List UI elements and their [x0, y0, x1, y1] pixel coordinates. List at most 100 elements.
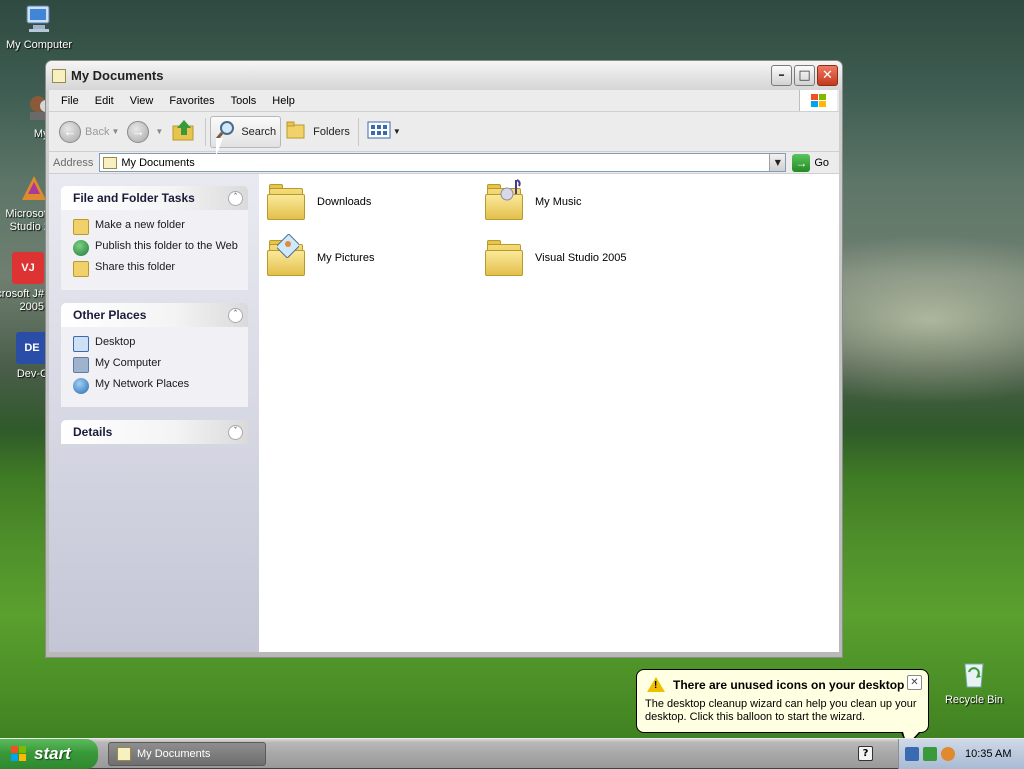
- expand-icon[interactable]: ˇ: [228, 424, 243, 440]
- toolbar-separator: [205, 117, 207, 146]
- folder-item-label: Visual Studio 2005: [535, 252, 627, 264]
- views-button[interactable]: ▼: [363, 116, 405, 148]
- explorer-window: My Documents – □ ✕ File Edit View Favori…: [45, 60, 843, 658]
- title-bar[interactable]: My Documents – □ ✕: [46, 61, 842, 90]
- maximize-button[interactable]: □: [794, 65, 815, 86]
- up-button[interactable]: [167, 116, 201, 148]
- file-tasks-panel: File and Folder Tasks ˆ Make a new folde…: [61, 186, 248, 290]
- desktop-icon-visual-studio[interactable]: Microsoft Studio 2: [0, 172, 50, 234]
- network-places-icon: [73, 378, 89, 394]
- file-tasks-header[interactable]: File and Folder Tasks ˆ: [61, 186, 248, 210]
- menu-favorites[interactable]: Favorites: [161, 93, 222, 109]
- desktop-icon-my-computer[interactable]: My Computer: [0, 3, 79, 52]
- balloon-title-row: ! There are unused icons on your desktop: [647, 677, 920, 692]
- search-label: Search: [241, 125, 277, 138]
- desktop-icon-label: Recycle Bin: [944, 694, 1004, 706]
- menu-help[interactable]: Help: [264, 93, 303, 109]
- forward-button[interactable]: → ▼: [123, 116, 167, 148]
- desktop-icon-recycle-bin[interactable]: Recycle Bin: [934, 658, 1014, 707]
- taskbar: start My Documents ? 10:35 AM: [0, 738, 1024, 769]
- menu-view[interactable]: View: [122, 93, 162, 109]
- address-dropdown-button[interactable]: ▼: [769, 154, 786, 171]
- details-header[interactable]: Details ˇ: [61, 420, 248, 444]
- recycle-bin-icon: [958, 658, 990, 690]
- music-folder-icon: [485, 179, 525, 220]
- folders-label: Folders: [313, 125, 350, 138]
- back-arrow-icon: ←: [59, 120, 81, 143]
- details-panel: Details ˇ: [61, 420, 248, 444]
- balloon-message: The desktop cleanup wizard can help you …: [645, 698, 917, 723]
- folder-item-label: Downloads: [317, 196, 372, 208]
- collapse-icon[interactable]: ˆ: [228, 307, 243, 323]
- standard-toolbar: ← Back ▼ → ▼ Search Folders ▼: [49, 112, 839, 152]
- my-computer-icon: [23, 3, 55, 35]
- desktop-icon-label: My Computer: [5, 39, 73, 51]
- windows-flag-icon: [10, 745, 28, 763]
- system-tray: 10:35 AM: [898, 739, 1024, 769]
- panel-title: Details: [73, 425, 113, 439]
- link-label: Make a new folder: [95, 219, 185, 231]
- network-tray-icon[interactable]: [905, 747, 919, 761]
- devcpp-icon: DE: [16, 332, 48, 364]
- help-icon[interactable]: ?: [858, 746, 873, 761]
- address-label: Address: [53, 156, 94, 169]
- address-input[interactable]: My Documents ▼: [99, 153, 787, 172]
- panel-title: File and Folder Tasks: [73, 191, 195, 205]
- search-tray-icon[interactable]: [941, 747, 955, 761]
- folder-icon: [117, 747, 131, 761]
- folder-item-my-pictures[interactable]: My Pictures: [267, 234, 374, 276]
- link-label: Share this folder: [95, 261, 176, 273]
- start-label: start: [34, 744, 71, 763]
- taskbar-button-label: My Documents: [137, 748, 211, 760]
- chevron-down-icon[interactable]: ▼: [111, 127, 119, 136]
- go-button[interactable]: → Go: [792, 153, 835, 172]
- folder-item-downloads[interactable]: Downloads: [267, 184, 371, 220]
- cleanup-tray-icon[interactable]: [923, 747, 937, 761]
- my-network-places-link[interactable]: My Network Places: [73, 378, 238, 394]
- back-button[interactable]: ← Back ▼: [55, 116, 123, 148]
- other-places-header[interactable]: Other Places ˆ: [61, 303, 248, 327]
- my-computer-link[interactable]: My Computer: [73, 357, 238, 373]
- pictures-folder-icon: [267, 234, 307, 276]
- panel-title: Other Places: [73, 308, 147, 322]
- publish-folder-link[interactable]: Publish this folder to the Web: [73, 240, 238, 256]
- go-arrow-icon: →: [792, 153, 811, 172]
- folder-view: Downloads My Music My Pictures Visual St…: [259, 174, 839, 652]
- close-button[interactable]: ✕: [817, 65, 838, 86]
- menu-file[interactable]: File: [53, 93, 87, 109]
- chevron-down-icon[interactable]: ▼: [155, 127, 163, 136]
- new-folder-icon: [73, 219, 89, 235]
- menu-tools[interactable]: Tools: [223, 93, 265, 109]
- collapse-icon[interactable]: ˆ: [228, 190, 243, 206]
- taskbar-button-my-documents[interactable]: My Documents: [108, 742, 266, 766]
- main-area: File and Folder Tasks ˆ Make a new folde…: [49, 174, 839, 652]
- clock[interactable]: 10:35 AM: [965, 748, 1011, 760]
- minimize-button[interactable]: –: [771, 65, 792, 86]
- folder-item-visual-studio-2005[interactable]: Visual Studio 2005: [485, 240, 627, 276]
- globe-icon: [73, 240, 89, 256]
- link-label: My Computer: [95, 357, 162, 369]
- folder-item-label: My Music: [535, 196, 582, 208]
- windows-flag-icon: [799, 90, 837, 111]
- views-icon: [367, 121, 391, 142]
- folder-icon: [52, 68, 66, 83]
- balloon-close-button[interactable]: ✕: [907, 675, 922, 690]
- warning-icon: !: [647, 677, 665, 692]
- desktop-icon-vjsharp[interactable]: VJ Microsoft J# 2005: [0, 252, 44, 314]
- mouse-cursor: [216, 138, 230, 156]
- desktop-icon-label: Microsoft J# 2005: [0, 288, 44, 313]
- folder-item-my-music[interactable]: My Music: [485, 179, 582, 220]
- address-value: My Documents: [121, 156, 195, 169]
- my-computer-icon: [73, 357, 89, 373]
- desktop-icon-devcpp[interactable]: DE Dev-C: [0, 332, 48, 381]
- make-new-folder-link[interactable]: Make a new folder: [73, 219, 238, 235]
- menu-edit[interactable]: Edit: [87, 93, 122, 109]
- toolbar-separator: [357, 117, 359, 146]
- desktop-link[interactable]: Desktop: [73, 336, 238, 352]
- desktop-icon: [73, 336, 89, 352]
- folder-icon: [485, 240, 525, 276]
- notification-balloon[interactable]: ! There are unused icons on your desktop…: [636, 669, 929, 747]
- folders-button[interactable]: Folders: [281, 116, 354, 148]
- start-button[interactable]: start: [0, 739, 98, 769]
- share-folder-link[interactable]: Share this folder: [73, 261, 238, 277]
